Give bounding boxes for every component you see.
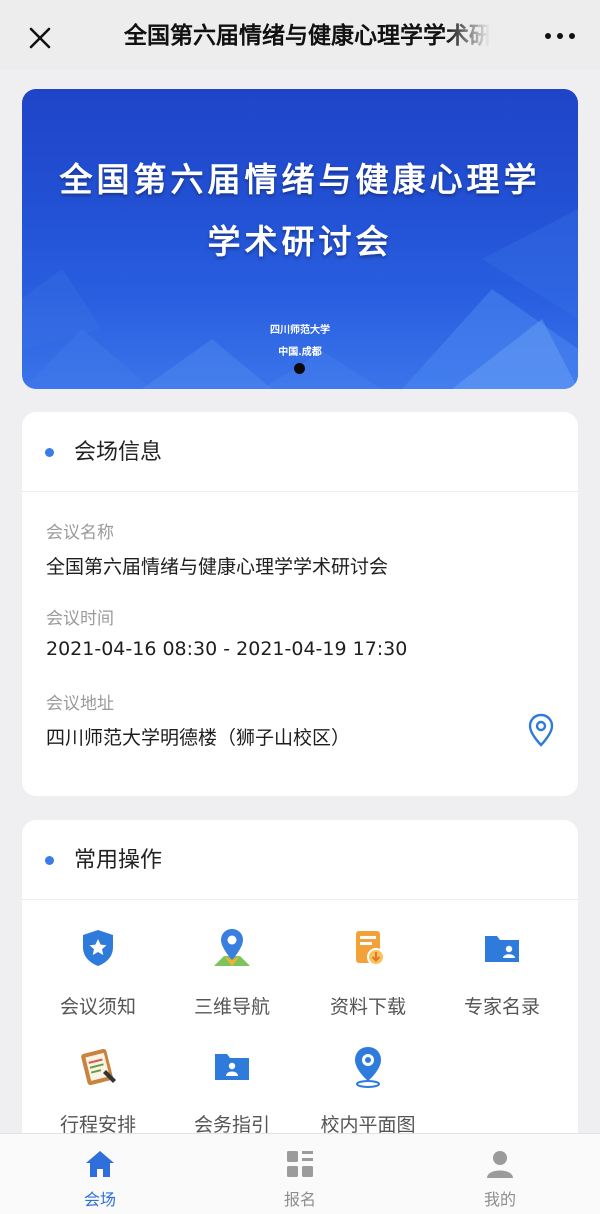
op-label: 专家名录: [463, 996, 540, 1018]
bullet-dot: [45, 448, 54, 457]
banner-location: 中国.成都: [278, 347, 322, 358]
shield-star-icon: [83, 930, 113, 966]
tab-label: 我的: [483, 1190, 516, 1209]
meeting-name-label: 会议名称: [46, 523, 114, 543]
clipboard-icon: [81, 1048, 116, 1086]
venue-card-header: 会场信息: [22, 412, 578, 492]
op-campus-map[interactable]: 校内平面图: [300, 1044, 436, 1144]
tab-label: 报名: [283, 1190, 316, 1209]
document-download-icon: [356, 931, 385, 966]
more-options-icon[interactable]: [540, 22, 580, 50]
carousel-indicator-dot[interactable]: [294, 363, 305, 374]
op-label: 会议须知: [59, 996, 136, 1018]
op-material-download[interactable]: 资料下载: [300, 926, 436, 1026]
venue-heading: 会场信息: [74, 440, 163, 465]
ops-heading: 常用操作: [74, 848, 163, 873]
bullet-dot: [45, 856, 54, 865]
banner-host: 四川师范大学: [270, 325, 330, 336]
op-label: 资料下载: [329, 996, 406, 1018]
op-3d-navigation[interactable]: 三维导航: [164, 926, 300, 1026]
map-pin-icon: [214, 929, 250, 966]
meeting-time-label: 会议时间: [46, 609, 114, 629]
home-icon: [86, 1151, 114, 1177]
title-bar: 全国第六届情绪与健康心理学学术研讨会: [0, 0, 600, 70]
grid-icon: [287, 1151, 313, 1177]
op-itinerary[interactable]: 行程安排: [30, 1044, 166, 1144]
bottom-tab-bar: 会场 报名 我的: [0, 1133, 600, 1214]
op-meeting-notice[interactable]: 会议须知: [30, 926, 166, 1026]
venue-info-card: 会场信息 会议名称 全国第六届情绪与健康心理学学术研讨会 会议时间 2021-0…: [22, 412, 578, 796]
banner-title-line1: 全国第六届情绪与健康心理学: [59, 160, 541, 199]
folder-guide-icon: [215, 1054, 249, 1080]
tab-venue[interactable]: 会场: [40, 1134, 160, 1214]
meeting-address-label: 会议地址: [46, 694, 114, 714]
close-icon[interactable]: [22, 20, 58, 56]
common-operations-card: 常用操作 会议须知 三维导航 资料下载 专家名录 行程安排 会务指引 校内平面图: [22, 820, 578, 1160]
tab-mine[interactable]: 我的: [440, 1134, 560, 1214]
tab-register[interactable]: 报名: [240, 1134, 360, 1214]
user-icon: [487, 1151, 513, 1178]
banner-title-line2: 学术研讨会: [207, 222, 393, 261]
op-conference-guide[interactable]: 会务指引: [164, 1044, 300, 1144]
tab-label: 会场: [83, 1190, 116, 1209]
banner-carousel[interactable]: 全国第六届情绪与健康心理学 学术研讨会 四川师范大学 中国.成都: [22, 89, 578, 389]
location-icon: [355, 1047, 381, 1088]
op-label: 三维导航: [193, 996, 270, 1018]
location-pin-icon[interactable]: [526, 712, 556, 748]
ops-card-header: 常用操作: [22, 820, 578, 900]
meeting-time-value: 2021-04-16 08:30 - 2021-04-19 17:30: [46, 638, 408, 660]
meeting-name-value: 全国第六届情绪与健康心理学学术研讨会: [46, 556, 389, 578]
page-title: 全国第六届情绪与健康心理学学术研讨会: [124, 23, 490, 49]
folder-user-icon: [485, 936, 519, 962]
op-expert-list[interactable]: 专家名录: [434, 926, 570, 1026]
meeting-address-value: 四川师范大学明德楼（狮子山校区）: [46, 727, 351, 749]
